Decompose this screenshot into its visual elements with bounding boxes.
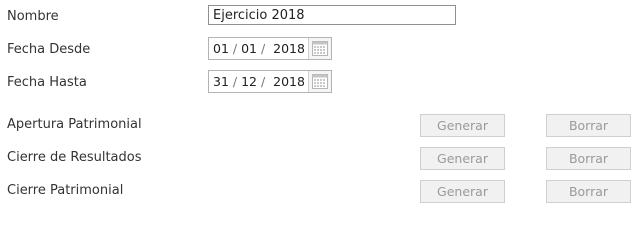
cierre-resultados-borrar-button[interactable]: Borrar (546, 147, 631, 170)
fecha-hasta-value: 31 / 12 / 2018 (209, 74, 308, 89)
fecha-hasta-label: Fecha Hasta (7, 75, 87, 90)
fecha-hasta-year: 2018 (273, 74, 305, 89)
fecha-hasta-calendar-button[interactable] (308, 71, 331, 92)
cierre-resultados-generar-button[interactable]: Generar (420, 147, 505, 170)
apertura-patrimonial-label: Apertura Patrimonial (7, 117, 142, 132)
fecha-hasta-field[interactable]: 31 / 12 / 2018 (208, 70, 332, 93)
apertura-generar-button[interactable]: Generar (420, 114, 505, 137)
nombre-input[interactable] (208, 5, 456, 25)
cierre-patrimonial-generar-button[interactable]: Generar (420, 180, 505, 203)
fecha-desde-field[interactable]: 01 / 01 / 2018 (208, 37, 332, 60)
fecha-desde-month: 01 (241, 41, 257, 56)
fecha-desde-year: 2018 (273, 41, 305, 56)
fecha-hasta-month: 12 (241, 74, 257, 89)
calendar-icon (312, 74, 328, 89)
fecha-desde-calendar-button[interactable] (308, 38, 331, 59)
fecha-desde-label: Fecha Desde (7, 42, 91, 57)
cierre-resultados-label: Cierre de Resultados (7, 150, 142, 165)
cierre-patrimonial-label: Cierre Patrimonial (7, 183, 124, 198)
cierre-patrimonial-borrar-button[interactable]: Borrar (546, 180, 631, 203)
date-separator: / (232, 41, 238, 56)
apertura-borrar-button[interactable]: Borrar (546, 114, 631, 137)
date-separator: / (260, 41, 266, 56)
calendar-icon (312, 41, 328, 56)
date-separator: / (260, 74, 266, 89)
date-separator: / (232, 74, 238, 89)
fecha-desde-day: 01 (213, 41, 229, 56)
fecha-desde-value: 01 / 01 / 2018 (209, 41, 308, 56)
nombre-label: Nombre (7, 9, 59, 24)
fecha-hasta-day: 31 (213, 74, 229, 89)
